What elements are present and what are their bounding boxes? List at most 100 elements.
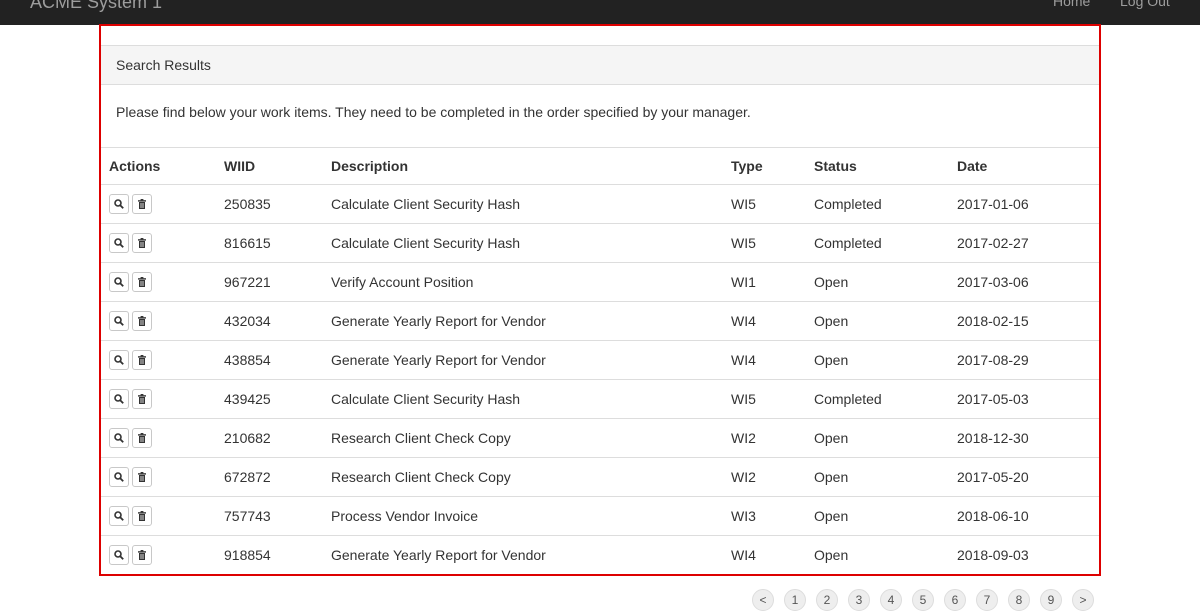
cell-date: 2017-01-06: [949, 184, 1099, 224]
table-row: 210682 Research Client Check Copy WI2 Open 2…: [101, 418, 1099, 458]
view-button[interactable]: [109, 467, 129, 487]
page-number-button[interactable]: 9: [1040, 589, 1062, 611]
row-actions: [101, 536, 216, 575]
delete-button[interactable]: [132, 467, 152, 487]
page-prev-button[interactable]: <: [752, 589, 774, 611]
page-number-button[interactable]: 8: [1008, 589, 1030, 611]
cell-wiid: 250835: [216, 184, 323, 224]
cell-description: Generate Yearly Report for Vendor: [331, 547, 546, 564]
cell-type: WI5: [723, 223, 806, 263]
panel-heading-title: Search Results: [116, 57, 211, 73]
panel-instructions: Please find below your work items. They …: [116, 104, 751, 120]
cell-wiid: 918854: [224, 547, 271, 564]
cell-type: WI4: [723, 301, 806, 341]
cell-type: WI2: [723, 457, 806, 497]
delete-button[interactable]: [132, 194, 152, 214]
view-button[interactable]: [109, 233, 129, 253]
cell-wiid: 672872: [216, 457, 323, 497]
view-button[interactable]: [109, 350, 129, 370]
cell-status: Open: [814, 547, 849, 564]
view-button[interactable]: [109, 506, 129, 526]
view-button[interactable]: [109, 428, 129, 448]
column-header-description: Description: [323, 147, 723, 185]
table-row: 439425 Calculate Client Security Hash WI5 C…: [101, 379, 1099, 419]
table-row: 432034 Generate Yearly Report for Vendor W…: [101, 301, 1099, 341]
page-number-button[interactable]: 4: [880, 589, 902, 611]
panel-heading: Search Results: [101, 45, 1099, 85]
table-row: 250835 Calculate Client Security Hash WI5 C…: [101, 184, 1099, 224]
delete-button[interactable]: [132, 233, 152, 253]
cell-type: WI2: [723, 418, 806, 458]
delete-button[interactable]: [132, 311, 152, 331]
row-actions: [101, 184, 216, 224]
table-row: 438854 Generate Yearly Report for Vendor W…: [101, 340, 1099, 380]
cell-date: 2017-05-03: [949, 379, 1099, 419]
delete-button[interactable]: [132, 272, 152, 292]
row-actions: [101, 223, 216, 263]
cell-status: Completed: [806, 223, 949, 263]
page-next-button[interactable]: >: [1072, 589, 1094, 611]
table-row: 967221 Verify Account Position WI1 Open 2017…: [101, 262, 1099, 302]
column-header-date: Date: [949, 147, 1099, 185]
cell-description: Generate Yearly Report for Vendor: [323, 340, 723, 380]
table-row: 672872 Research Client Check Copy WI2 Open 2…: [101, 457, 1099, 497]
cell-status: Open: [806, 340, 949, 380]
delete-button[interactable]: [132, 428, 152, 448]
column-header-type: Type: [723, 147, 806, 185]
row-actions: [101, 301, 216, 341]
page-number-button[interactable]: 3: [848, 589, 870, 611]
column-header-status: Status: [806, 147, 949, 185]
page-number-button[interactable]: 5: [912, 589, 934, 611]
page-number-button[interactable]: 1: [784, 589, 806, 611]
cell-description: Process Vendor Invoice: [323, 496, 723, 536]
row-actions: [101, 379, 216, 419]
cell-type: WI1: [723, 262, 806, 302]
delete-button[interactable]: [132, 350, 152, 370]
cell-date: 2018-06-10: [949, 496, 1099, 536]
page-number-button[interactable]: 2: [816, 589, 838, 611]
cell-wiid: 432034: [216, 301, 323, 341]
cell-date: 2017-08-29: [949, 340, 1099, 380]
table-row: 918854 Generate Yearly Report for Vendor W…: [101, 536, 1099, 575]
cell-type: WI3: [723, 496, 806, 536]
cell-type: WI4: [723, 340, 806, 380]
row-actions: [101, 262, 216, 302]
cell-description: Calculate Client Security Hash: [323, 223, 723, 263]
delete-button[interactable]: [132, 506, 152, 526]
cell-status: Open: [806, 457, 949, 497]
search-results-panel: Search Results Please find below your wo…: [99, 24, 1101, 576]
cell-description: Calculate Client Security Hash: [323, 379, 723, 419]
view-button[interactable]: [109, 311, 129, 331]
cell-wiid: 967221: [216, 262, 323, 302]
view-button[interactable]: [109, 545, 129, 566]
cell-wiid: 439425: [216, 379, 323, 419]
column-header-actions: Actions: [101, 147, 216, 185]
view-button[interactable]: [109, 194, 129, 214]
cell-description: Calculate Client Security Hash: [323, 184, 723, 224]
delete-button[interactable]: [132, 389, 152, 409]
view-button[interactable]: [109, 272, 129, 292]
cell-status: Open: [806, 262, 949, 302]
nav-logout-link[interactable]: Log Out: [1120, 0, 1170, 11]
nav-home-link[interactable]: Home: [1053, 0, 1090, 11]
view-button[interactable]: [109, 389, 129, 409]
cell-date: 2017-05-20: [949, 457, 1099, 497]
row-actions: [101, 340, 216, 380]
cell-wiid: 438854: [216, 340, 323, 380]
delete-button[interactable]: [132, 545, 152, 566]
cell-status: Completed: [806, 184, 949, 224]
table-header-row: Actions WIID Description Type Status Dat…: [101, 147, 1099, 185]
cell-description: Generate Yearly Report for Vendor: [323, 301, 723, 341]
top-navbar: ACME System 1 Home Log Out: [0, 0, 1200, 25]
row-actions: [101, 496, 216, 536]
cell-date: 2018-12-30: [949, 418, 1099, 458]
cell-description: Research Client Check Copy: [323, 418, 723, 458]
cell-status: Open: [806, 496, 949, 536]
page-number-button[interactable]: 7: [976, 589, 998, 611]
cell-type: WI5: [723, 184, 806, 224]
page-number-button[interactable]: 6: [944, 589, 966, 611]
cell-description: Verify Account Position: [323, 262, 723, 302]
brand-title[interactable]: ACME System 1: [30, 0, 162, 14]
row-actions: [101, 457, 216, 497]
work-items-table: Actions WIID Description Type Status Dat…: [101, 147, 1099, 575]
